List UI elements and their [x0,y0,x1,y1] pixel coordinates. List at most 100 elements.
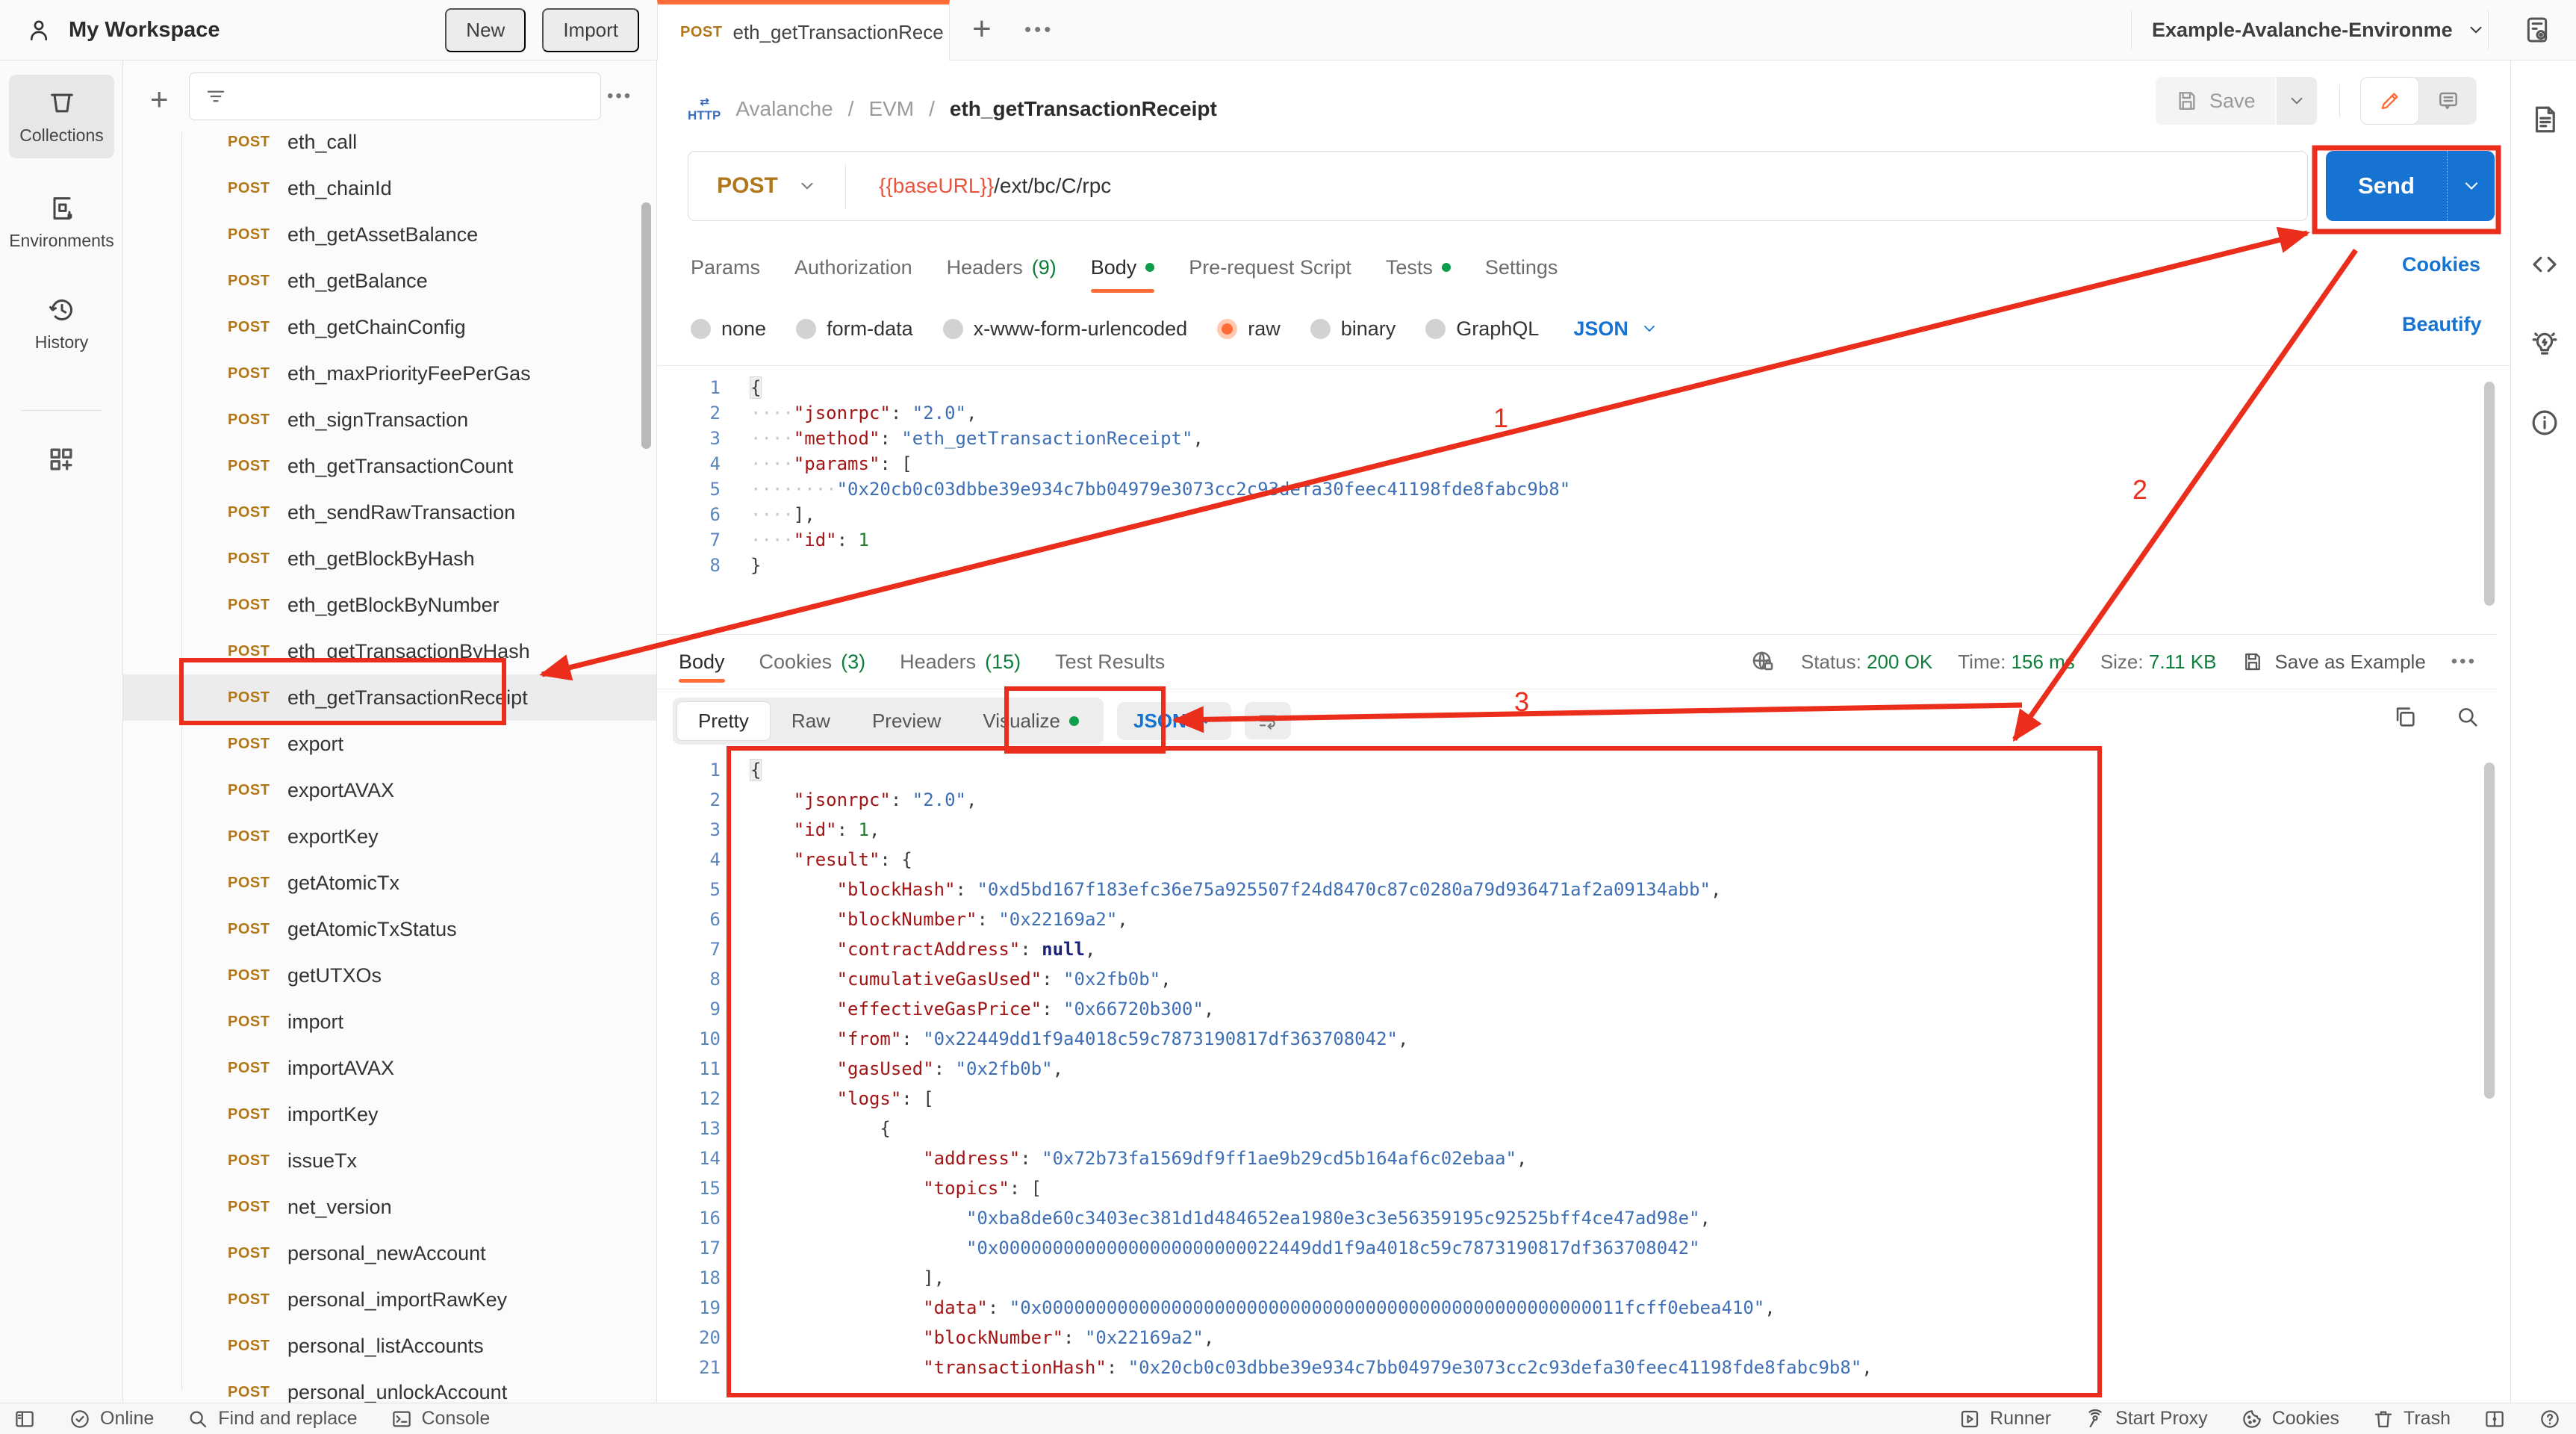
copy-icon[interactable] [2392,704,2418,730]
response-tab-item[interactable]: Body [679,641,725,683]
body-mode-radio[interactable]: raw [1217,317,1281,341]
beautify-link[interactable]: Beautify [2402,313,2482,336]
language-select[interactable]: JSON [1573,317,1658,341]
request-list-item[interactable]: POST personal_unlockAccount [123,1369,656,1403]
body-mode-radio[interactable]: none [691,317,766,341]
sidebar-options-icon[interactable]: ••• [607,86,632,107]
request-body-editor[interactable]: 1{2 ····"jsonrpc": "2.0", 3 ····"method": "… [658,366,2496,633]
save-button[interactable]: Save [2156,77,2275,125]
request-tab-item[interactable]: Body [1090,246,1155,293]
cookies-button[interactable]: Cookies [2241,1408,2339,1430]
breadcrumb-collection[interactable]: Avalanche [735,97,833,121]
sidebar-item-collections[interactable]: Collections [9,75,114,158]
request-list-item[interactable]: POST eth_maxPriorityFeePerGas [123,350,656,397]
request-list-item[interactable]: POST eth_getTransactionReceipt [123,674,656,721]
breadcrumb-request-name[interactable]: eth_getTransactionReceipt [950,97,1217,121]
info-icon[interactable] [2529,407,2560,438]
url-input[interactable]: {{baseURL}}/ext/bc/C/rpc [846,174,1111,198]
request-list-item[interactable]: POST eth_getBalance [123,258,656,304]
method-select[interactable]: POST [688,173,845,199]
request-list-item[interactable]: POST eth_sendRawTransaction [123,489,656,536]
request-list-item[interactable]: POST eth_getTransactionCount [123,443,656,489]
save-as-example-button[interactable]: Save as Example [2241,651,2426,674]
response-view-tab[interactable]: Visualize [962,701,1100,741]
editor-scrollbar[interactable] [2484,382,2495,606]
new-tab-button[interactable]: + [972,10,992,48]
request-tab-item[interactable]: Tests [1386,246,1451,288]
configure-sidebar-icon[interactable] [45,443,78,476]
body-mode-radio[interactable]: binary [1310,317,1396,341]
request-list-item[interactable]: POST getAtomicTx [123,860,656,906]
body-mode-radio[interactable]: x-www-form-urlencoded [942,317,1187,341]
start-proxy-button[interactable]: Start Proxy [2084,1408,2208,1430]
request-list-item[interactable]: POST getAtomicTxStatus [123,906,656,952]
request-list-item[interactable]: POST eth_getAssetBalance [123,211,656,258]
breadcrumb-folder[interactable]: EVM [868,97,914,121]
code-snippet-icon[interactable] [2529,249,2560,280]
sidebar-toggle-icon[interactable] [13,1408,36,1430]
request-list-item[interactable]: POST export [123,721,656,767]
runner-button[interactable]: Runner [1959,1408,2051,1430]
trash-button[interactable]: Trash [2372,1408,2451,1430]
request-list-item[interactable]: POST importKey [123,1091,656,1137]
help-icon[interactable] [2539,1408,2561,1430]
request-list-item[interactable]: POST net_version [123,1184,656,1230]
comment-mode-button[interactable] [2419,77,2477,125]
two-pane-icon[interactable] [2483,1408,2506,1430]
request-list-item[interactable]: POST eth_getTransactionByHash [123,628,656,674]
environment-selector[interactable]: Example-Avalanche-Environme [2152,0,2486,60]
search-icon[interactable] [2455,704,2480,730]
request-tab[interactable]: POST eth_getTransactionRece [657,0,950,60]
response-tab-item[interactable]: Cookies (3) [759,641,866,683]
request-list-item[interactable]: POST import [123,999,656,1045]
wrap-lines-button[interactable] [1244,702,1291,739]
save-options-button[interactable] [2276,77,2317,125]
request-list-item[interactable]: POST issueTx [123,1137,656,1184]
request-list-item[interactable]: POST eth_getBlockByNumber [123,582,656,628]
sidebar-scrollbar[interactable] [641,202,651,449]
tab-options-icon[interactable]: ••• [1024,18,1054,41]
network-info-icon[interactable] [1750,649,1776,674]
add-request-button[interactable]: + [150,81,169,117]
lightbulb-icon[interactable] [2529,328,2560,359]
response-body[interactable]: 1{2 "jsonrpc": "2.0", 3 "id": 1, 4 "result… [658,749,2496,1403]
response-options-icon[interactable]: ••• [2451,651,2477,672]
body-mode-radio[interactable]: GraphQL [1425,317,1539,341]
request-list-item[interactable]: POST personal_importRawKey [123,1276,656,1323]
sidebar-item-history[interactable]: History [9,282,114,365]
request-list-item[interactable]: POST personal_listAccounts [123,1323,656,1369]
body-mode-radio[interactable]: form-data [796,317,913,341]
request-tab-item[interactable]: Pre-request Script [1189,246,1351,288]
request-tab-item[interactable]: Authorization [794,246,912,288]
response-view-tab[interactable]: Preview [851,701,962,741]
request-list-item[interactable]: POST eth_getChainConfig [123,304,656,350]
response-tab-item[interactable]: Headers (15) [900,641,1021,683]
send-options-button[interactable] [2447,151,2495,221]
request-list-item[interactable]: POST importAVAX [123,1045,656,1091]
online-status[interactable]: Online [69,1408,154,1430]
sidebar-search-input[interactable] [189,72,601,120]
request-list-item[interactable]: POST getUTXOs [123,952,656,999]
environment-quick-look-icon[interactable] [2522,15,2552,45]
request-tab-item[interactable]: Settings [1485,246,1558,288]
response-scrollbar[interactable] [2484,763,2495,1099]
request-tab-item[interactable]: Headers (9) [947,246,1057,288]
find-and-replace[interactable]: Find and replace [187,1408,358,1430]
request-list-item[interactable]: POST personal_newAccount [123,1230,656,1276]
response-view-tab[interactable]: Raw [771,701,851,741]
cookies-link[interactable]: Cookies [2402,253,2480,276]
send-button[interactable]: Send [2326,151,2447,221]
workspace-title[interactable]: My Workspace [69,18,220,43]
request-list-item[interactable]: POST exportKey [123,813,656,860]
documentation-icon[interactable] [2529,104,2560,135]
request-list-item[interactable]: POST eth_chainId [123,165,656,211]
request-list-item[interactable]: POST eth_signTransaction [123,397,656,443]
response-tab-item[interactable]: Test Results [1055,641,1165,683]
request-list-item[interactable]: POST exportAVAX [123,767,656,813]
response-language-select[interactable]: JSON [1117,701,1231,740]
console-button[interactable]: Console [391,1408,490,1430]
new-button[interactable]: New [445,7,526,52]
import-button[interactable]: Import [542,7,639,52]
edit-mode-button[interactable] [2360,77,2419,125]
request-list-item[interactable]: POST eth_call [123,119,656,165]
